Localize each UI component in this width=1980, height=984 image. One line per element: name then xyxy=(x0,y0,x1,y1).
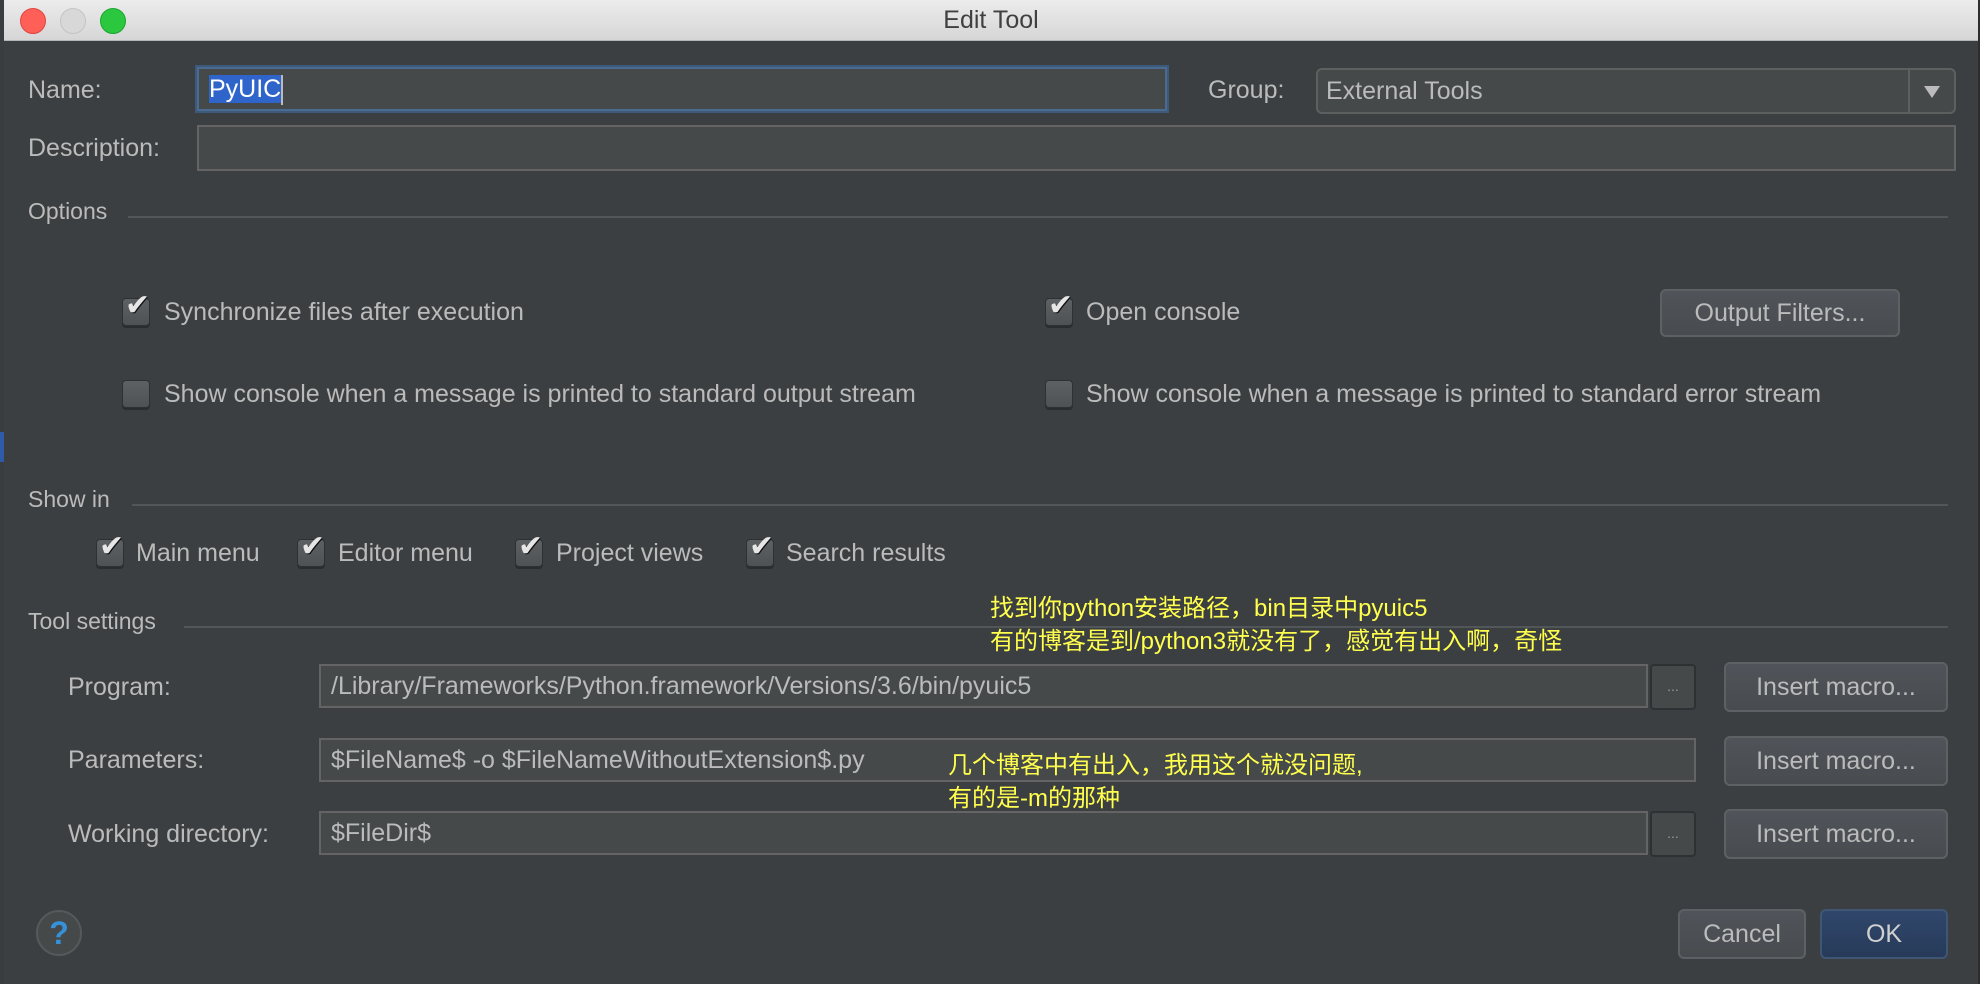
open-console-checkbox[interactable]: ✔ xyxy=(1045,291,1073,326)
open-console-label[interactable]: Open console xyxy=(1086,298,1240,327)
search-results-checkbox[interactable]: ✔ xyxy=(746,532,774,567)
parameters-insert-macro-button[interactable]: Insert macro... xyxy=(1724,736,1948,786)
group-combobox-value: External Tools xyxy=(1326,77,1483,105)
checkmark-icon: ✔ xyxy=(518,529,544,564)
program-insert-macro-button[interactable]: Insert macro... xyxy=(1724,662,1948,712)
help-button[interactable]: ? xyxy=(36,910,82,956)
checkmark-icon: ✔ xyxy=(1048,288,1074,323)
program-input[interactable]: /Library/Frameworks/Python.framework/Ver… xyxy=(319,664,1648,708)
show-console-stderr-checkbox[interactable] xyxy=(1045,380,1073,408)
project-views-label[interactable]: Project views xyxy=(556,539,703,568)
cancel-button[interactable]: Cancel xyxy=(1678,909,1806,959)
search-results-label[interactable]: Search results xyxy=(786,539,946,568)
chevron-down-icon xyxy=(1924,86,1940,98)
checkmark-icon: ✔ xyxy=(300,529,326,564)
show-console-stdout-label[interactable]: Show console when a message is printed t… xyxy=(164,380,916,409)
working-directory-input[interactable]: $FileDir$ xyxy=(319,811,1648,855)
parameters-annotation-line2: 有的是-m的那种 xyxy=(948,785,1120,812)
options-section-header: Options xyxy=(28,198,108,224)
parameters-label: Parameters: xyxy=(68,746,205,774)
name-input[interactable]: PyUIC xyxy=(197,67,1167,111)
options-divider xyxy=(128,216,1948,218)
title-bar[interactable]: Edit Tool xyxy=(4,0,1978,41)
checkmark-icon: ✔ xyxy=(749,529,775,564)
edit-tool-dialog: Edit Tool Name: PyUIC Group: External To… xyxy=(4,0,1978,984)
text-caret xyxy=(281,75,284,106)
working-directory-label: Working directory: xyxy=(68,820,269,848)
sync-files-label[interactable]: Synchronize files after execution xyxy=(164,298,524,327)
working-directory-insert-macro-button[interactable]: Insert macro... xyxy=(1724,809,1948,859)
name-input-value: PyUIC xyxy=(209,75,282,103)
main-menu-label[interactable]: Main menu xyxy=(136,539,260,568)
name-label: Name: xyxy=(28,76,102,104)
show-console-stderr-label[interactable]: Show console when a message is printed t… xyxy=(1086,380,1821,409)
group-dropdown-button[interactable] xyxy=(1908,70,1954,112)
program-annotation-line1: 找到你python安装路径，bin目录中pyuic5 xyxy=(990,595,1428,622)
checkmark-icon: ✔ xyxy=(125,288,151,323)
window-title: Edit Tool xyxy=(943,6,1039,34)
sync-files-checkbox[interactable]: ✔ xyxy=(122,291,150,326)
project-views-checkbox[interactable]: ✔ xyxy=(515,532,543,567)
show-console-stdout-checkbox[interactable] xyxy=(122,380,150,408)
show-in-divider xyxy=(132,504,1948,506)
editor-menu-checkbox[interactable]: ✔ xyxy=(297,532,325,567)
show-in-section-header: Show in xyxy=(28,486,110,512)
main-menu-checkbox[interactable]: ✔ xyxy=(96,532,124,567)
program-annotation-line2: 有的博客是到/python3就没有了，感觉有出入啊，奇怪 xyxy=(990,628,1563,655)
description-label: Description: xyxy=(28,134,160,162)
description-input[interactable] xyxy=(197,125,1956,171)
output-filters-button[interactable]: Output Filters... xyxy=(1660,289,1900,337)
group-label: Group: xyxy=(1208,76,1285,104)
editor-menu-label[interactable]: Editor menu xyxy=(338,539,473,568)
group-combobox[interactable]: External Tools xyxy=(1316,68,1956,114)
question-mark-icon: ? xyxy=(49,915,69,951)
program-browse-button[interactable]: ... xyxy=(1650,664,1696,710)
working-directory-browse-button[interactable]: ... xyxy=(1650,811,1696,857)
ok-button[interactable]: OK xyxy=(1820,909,1948,959)
checkmark-icon: ✔ xyxy=(99,529,125,564)
tool-settings-section-header: Tool settings xyxy=(28,608,156,634)
parameters-annotation-line1: 几个博客中有出入，我用这个就没问题, xyxy=(948,752,1363,779)
program-label: Program: xyxy=(68,673,171,701)
